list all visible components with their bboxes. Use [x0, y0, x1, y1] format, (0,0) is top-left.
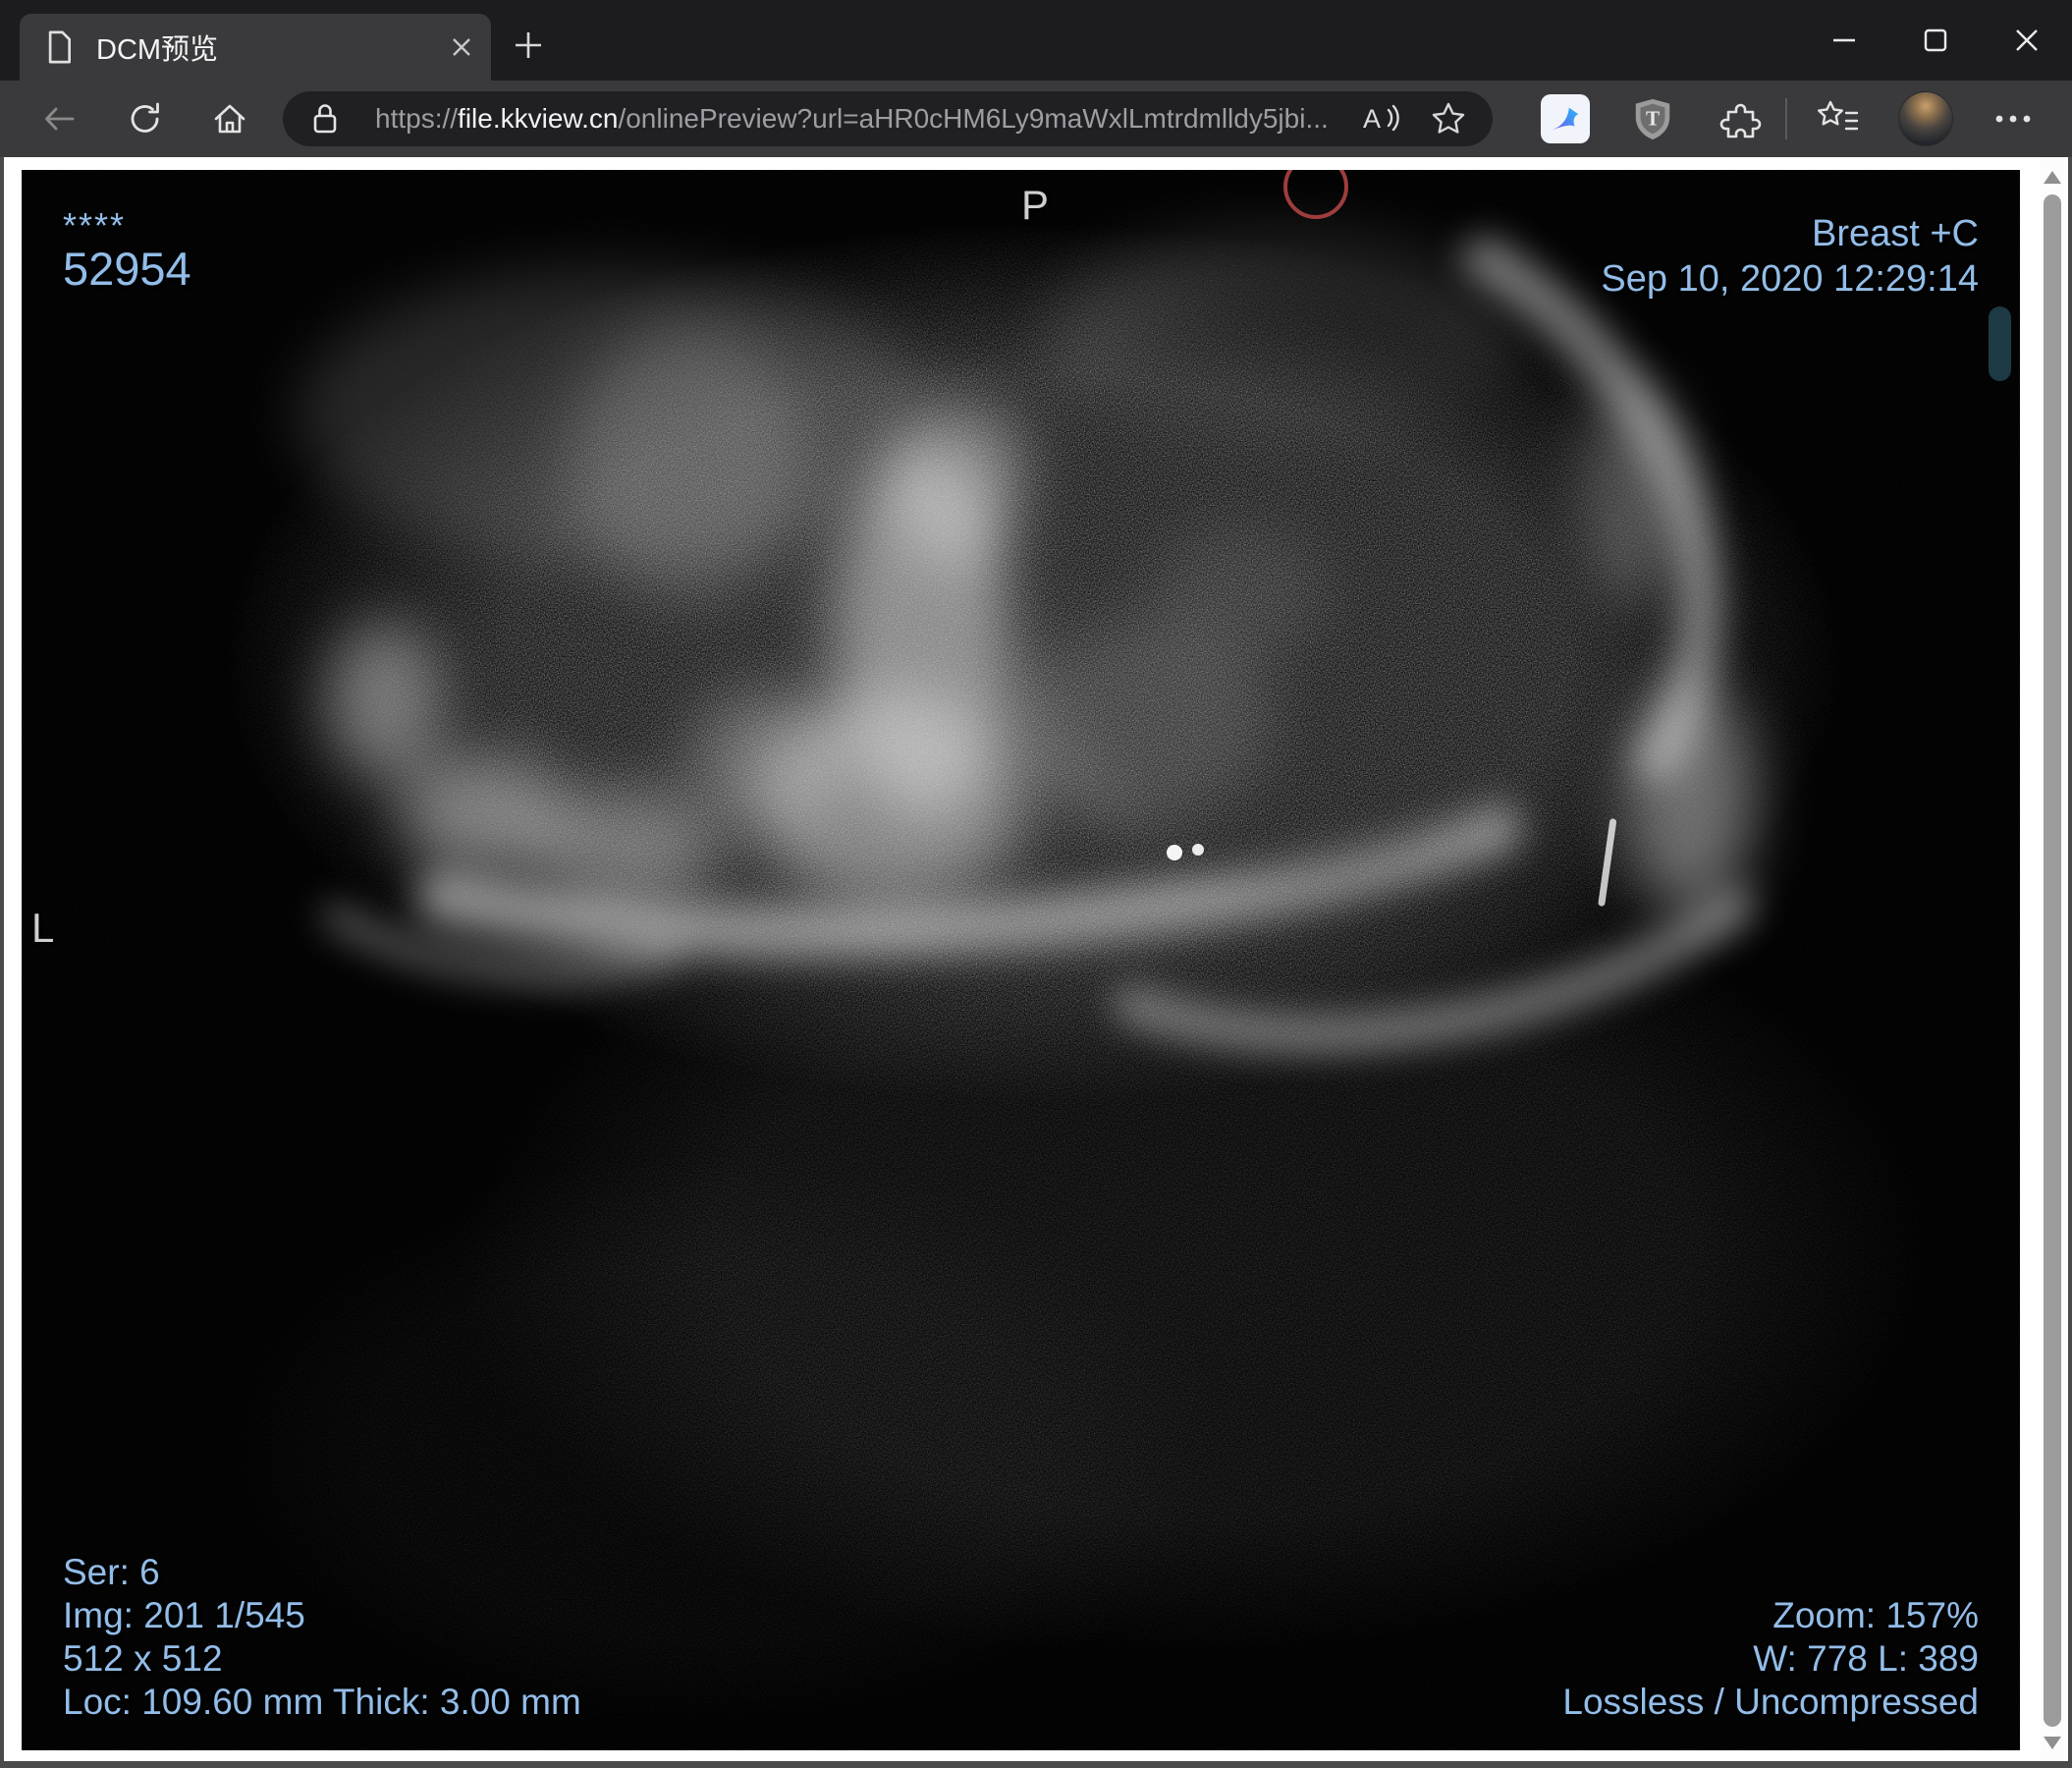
svg-text:A: A	[1363, 104, 1381, 134]
minimize-button[interactable]	[1798, 0, 1889, 81]
document-favicon-icon	[43, 29, 75, 65]
address-bar[interactable]: https://file.kkview.cn/onlinePreview?url…	[283, 91, 1493, 146]
refresh-button[interactable]	[124, 81, 167, 157]
display-info-overlay: Zoom: 157% W: 778 L: 389 Lossless / Unco…	[1562, 1594, 1979, 1724]
scrollbar-up-arrow-icon[interactable]	[2044, 171, 2061, 184]
close-window-button[interactable]	[1981, 0, 2072, 81]
lock-icon[interactable]	[308, 100, 342, 138]
maximize-button[interactable]	[1889, 0, 1981, 81]
patient-info-overlay: **** 52954	[63, 205, 191, 296]
new-tab-button[interactable]	[501, 20, 556, 71]
orientation-marker-posterior: P	[1021, 182, 1050, 228]
url-scheme: https://	[375, 103, 459, 134]
avatar-image	[1898, 91, 1953, 146]
navigation-toolbar: https://file.kkview.cn/onlinePreview?url…	[0, 81, 2072, 157]
back-button[interactable]	[37, 81, 81, 157]
study-datetime: Sep 10, 2020 12:29:14	[1601, 258, 1979, 300]
window-controls	[1798, 0, 2072, 81]
image-matrix: 512 x 512	[63, 1638, 223, 1679]
compression-info: Lossless / Uncompressed	[1562, 1682, 1979, 1722]
url-path: /onlinePreview?url=aHR0cHM6Ly9maWxlLmtrd…	[618, 103, 1329, 134]
tab-title: DCM预览	[96, 34, 219, 66]
home-button[interactable]	[208, 81, 251, 157]
patient-number: 52954	[63, 243, 191, 295]
page-scrollbar[interactable]	[2041, 157, 2064, 1761]
series-info-overlay: Ser: 6 Img: 201 1/545 512 x 512 Loc: 109…	[63, 1551, 581, 1724]
scrollbar-thumb[interactable]	[2044, 194, 2061, 1727]
browser-window: DCM预览 https://file.kkview.cn/onlinePrevi…	[0, 0, 2072, 1768]
viewer-scroll-indicator[interactable]	[1989, 306, 2011, 381]
extension-shield-t-icon[interactable]: T	[1627, 81, 1678, 157]
series-number: Ser: 6	[63, 1552, 160, 1592]
toolbar-separator	[1785, 98, 1787, 139]
study-description: Breast +C	[1811, 213, 1979, 254]
svg-text:T: T	[1646, 107, 1660, 131]
settings-menu-icon[interactable]	[1986, 81, 2041, 157]
read-aloud-icon[interactable]: A	[1361, 100, 1402, 138]
url-domain: file.kkview.cn	[458, 103, 619, 134]
window-level: W: 778 L: 389	[1753, 1638, 1979, 1679]
page-content: **** 52954 Breast +C Sep 10, 2020 12:29:…	[0, 157, 2072, 1768]
mri-image	[22, 170, 2020, 1750]
tab-close-icon[interactable]	[450, 35, 473, 59]
tab-dcm-preview[interactable]: DCM预览	[20, 14, 491, 81]
url-text: https://file.kkview.cn/onlinePreview?url…	[375, 103, 1361, 135]
study-info-overlay: Breast +C Sep 10, 2020 12:29:14	[1601, 211, 1979, 302]
image-number: Img: 201 1/545	[63, 1595, 305, 1635]
dicom-canvas[interactable]: **** 52954 Breast +C Sep 10, 2020 12:29:…	[22, 170, 2020, 1750]
scrollbar-down-arrow-icon[interactable]	[2044, 1737, 2061, 1749]
slice-location: Loc: 109.60 mm Thick: 3.00 mm	[63, 1682, 581, 1722]
collections-icon[interactable]	[1813, 81, 1862, 157]
favorite-star-icon[interactable]	[1430, 100, 1467, 138]
extension-xunlei-icon[interactable]	[1538, 81, 1593, 157]
profile-avatar[interactable]	[1897, 81, 1954, 157]
titlebar: DCM预览	[0, 0, 2072, 81]
zoom-level: Zoom: 157%	[1772, 1595, 1979, 1635]
patient-id-masked: ****	[63, 205, 127, 246]
extensions-puzzle-icon[interactable]	[1717, 81, 1766, 157]
orientation-marker-left: L	[31, 905, 55, 951]
